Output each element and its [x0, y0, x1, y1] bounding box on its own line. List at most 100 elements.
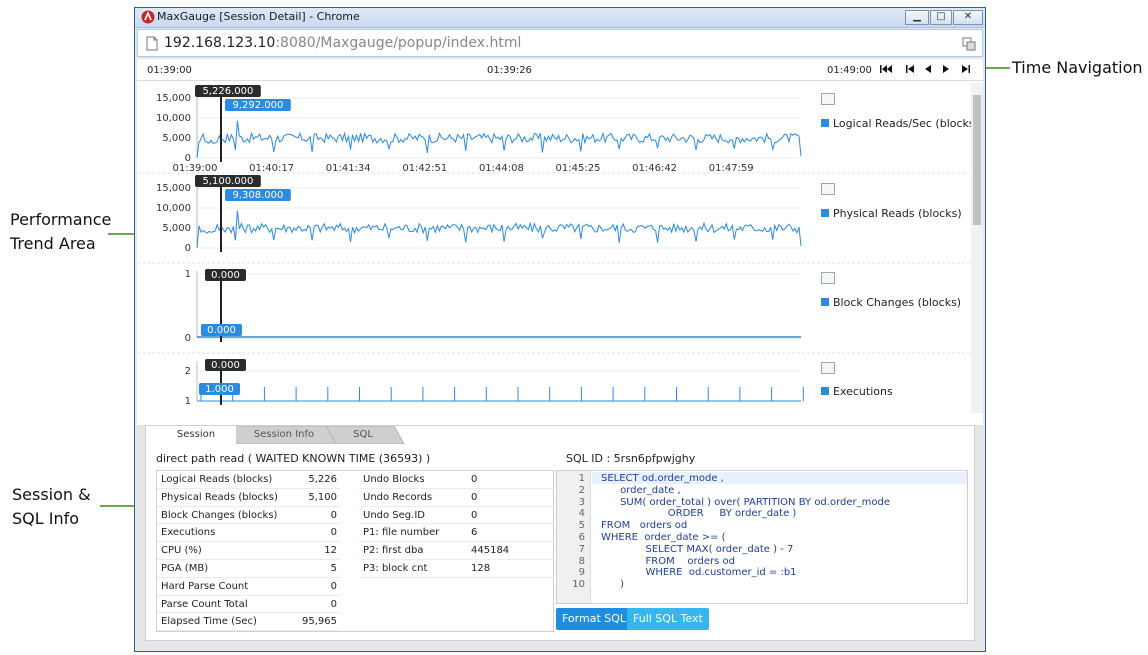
url-path: :8080/Maxgauge/popup/index.html: [275, 35, 522, 51]
line-number: 5: [578, 520, 585, 532]
series-line: [196, 210, 802, 249]
sql-line: WHERE order_date >= (: [601, 532, 726, 543]
x-tick-label: 01:47:59: [709, 163, 754, 174]
stat-label: Elapsed Time (Sec): [161, 616, 257, 628]
url-text[interactable]: 192.168.123.10:8080/Maxgauge/popup/index…: [164, 35, 521, 51]
sql-text-editor[interactable]: 1 SELECT od.order_mode , 2 order_date , 3 S…: [556, 470, 968, 604]
step-back-icon: [906, 65, 914, 73]
stat-row: PGA (MB) 5: [157, 560, 341, 578]
callout-time-navigation: Time Navigation: [1012, 58, 1143, 77]
chart-options-icon[interactable]: [821, 183, 835, 195]
nav-next-button[interactable]: [939, 64, 953, 76]
full-sql-text-button[interactable]: Full SQL Text: [627, 608, 709, 630]
chart-options-icon[interactable]: [821, 272, 835, 284]
legend-label: Block Changes (blocks): [833, 296, 962, 309]
chart-options-icon[interactable]: [821, 362, 835, 374]
legend-physical-reads: Physical Reads (blocks): [821, 207, 962, 220]
stat-value: 12: [324, 545, 337, 557]
line-number: 8: [578, 555, 585, 567]
page-content: 01:39:00 01:39:26 01:49:00 15,000 10,000 5…: [137, 59, 983, 649]
y-tick-label: 10,000: [156, 113, 191, 124]
y-tick-label: 10,000: [156, 203, 191, 214]
url-host: 192.168.123.10: [164, 35, 276, 51]
next-icon: [943, 65, 949, 73]
value-badge: 0.000: [207, 325, 236, 336]
peak-value-badge: 9,292.000: [232, 100, 283, 111]
skip-last-icon: [962, 65, 970, 73]
stat-row: Executions 0: [157, 524, 341, 543]
stat-row: P3: block cnt 128: [359, 560, 553, 578]
x-tick-label: 01:46:42: [632, 163, 677, 174]
nav-step-back-button[interactable]: [903, 64, 917, 76]
time-current: 01:39:26: [487, 65, 532, 76]
stat-value: 6: [471, 527, 478, 539]
tab-session[interactable]: Session: [156, 426, 236, 444]
time-end: 01:49:00: [827, 65, 872, 76]
sql-line: WHERE od.customer_id = :b1: [601, 567, 797, 579]
cursor-value-badge: 5,100.000: [202, 176, 253, 187]
format-sql-button[interactable]: Format SQL: [556, 608, 633, 630]
line-number: 7: [578, 543, 585, 555]
legend-label: Executions: [833, 385, 893, 398]
cursor-value-badge: 0.000: [211, 270, 240, 281]
chart-options-icon[interactable]: [821, 93, 835, 105]
sql-line: SUM( order_total ) over( PARTITION BY od…: [601, 496, 890, 508]
stat-label: Executions: [161, 527, 216, 539]
stat-value: 445184: [471, 545, 510, 557]
window-title: MaxGauge [Session Detail] - Chrome: [157, 10, 360, 23]
stat-label: P2: first dba: [363, 545, 424, 557]
legend-label: Logical Reads/Sec (blocks): [833, 117, 979, 130]
y-tick-label: 15,000: [156, 93, 191, 104]
legend-swatch: [821, 119, 829, 127]
x-tick-label: 01:41:34: [326, 163, 371, 174]
callout-session-sql-line2: SQL Info: [12, 509, 80, 528]
nav-first-button[interactable]: [879, 64, 893, 76]
sql-line: ORDER BY order_date ): [601, 508, 797, 520]
page-icon: [146, 36, 158, 51]
stat-value: 5,100: [308, 491, 337, 503]
sql-line: SELECT MAX( order_date ) - 7: [601, 543, 794, 555]
callout-performance-trend-line1: Performance: [10, 210, 112, 229]
callout-session-sql-line1: Session &: [12, 485, 91, 504]
stat-row: Logical Reads (blocks) 5,226: [157, 471, 341, 489]
stat-row: Physical Reads (blocks) 5,100: [157, 489, 341, 507]
close-button[interactable]: ✕: [953, 10, 983, 25]
stat-row: P2: first dba 445184: [359, 542, 553, 560]
stat-label: P3: block cnt: [363, 563, 428, 574]
line-number: 9: [578, 567, 585, 579]
charts-scrollbar[interactable]: [971, 83, 983, 413]
stat-label: Physical Reads (blocks): [161, 491, 278, 503]
stat-label: Parse Count Total: [161, 598, 248, 610]
stat-value: 0: [330, 509, 337, 521]
line-number: 6: [578, 532, 585, 543]
stat-value: 95,965: [302, 616, 337, 628]
nav-prev-button[interactable]: [921, 64, 935, 76]
maximize-button[interactable]: □: [930, 10, 952, 25]
stat-value: 0: [330, 598, 337, 610]
legend-executions: Executions: [821, 385, 893, 398]
stat-value: 0: [330, 527, 337, 539]
stat-row: Undo Seg.ID 0: [359, 507, 553, 525]
tab-sql[interactable]: SQL: [324, 426, 402, 444]
stat-value: 0: [471, 509, 478, 521]
sql-id: SQL ID : 5rsn6pfpwjghy: [566, 452, 696, 465]
translate-icon[interactable]: [962, 37, 976, 51]
address-bar[interactable]: 192.168.123.10:8080/Maxgauge/popup/index…: [137, 29, 983, 57]
stat-row: P1: file number 6: [359, 524, 553, 543]
maxgauge-logo-icon: [141, 10, 155, 24]
stat-label: PGA (MB): [161, 563, 209, 574]
y-tick-label: 2: [185, 366, 191, 377]
stat-row: Elapsed Time (Sec) 95,965: [157, 613, 341, 632]
minimize-button[interactable]: ▁: [905, 10, 929, 25]
scroll-thumb[interactable]: [973, 95, 981, 225]
stat-label: Hard Parse Count: [161, 580, 249, 592]
line-number: 3: [578, 496, 585, 508]
wait-event: direct path read ( WAITED KNOWN TIME (36…: [156, 452, 431, 465]
stat-label: Undo Seg.ID: [363, 509, 425, 521]
y-tick-label: 5,000: [162, 133, 191, 144]
y-tick-label: 1: [185, 396, 191, 407]
stat-row: Block Changes (blocks) 0: [157, 507, 341, 525]
x-tick-label: 01:40:17: [249, 163, 294, 174]
tab-session-info[interactable]: Session Info: [234, 426, 334, 444]
nav-last-button[interactable]: [959, 64, 973, 76]
